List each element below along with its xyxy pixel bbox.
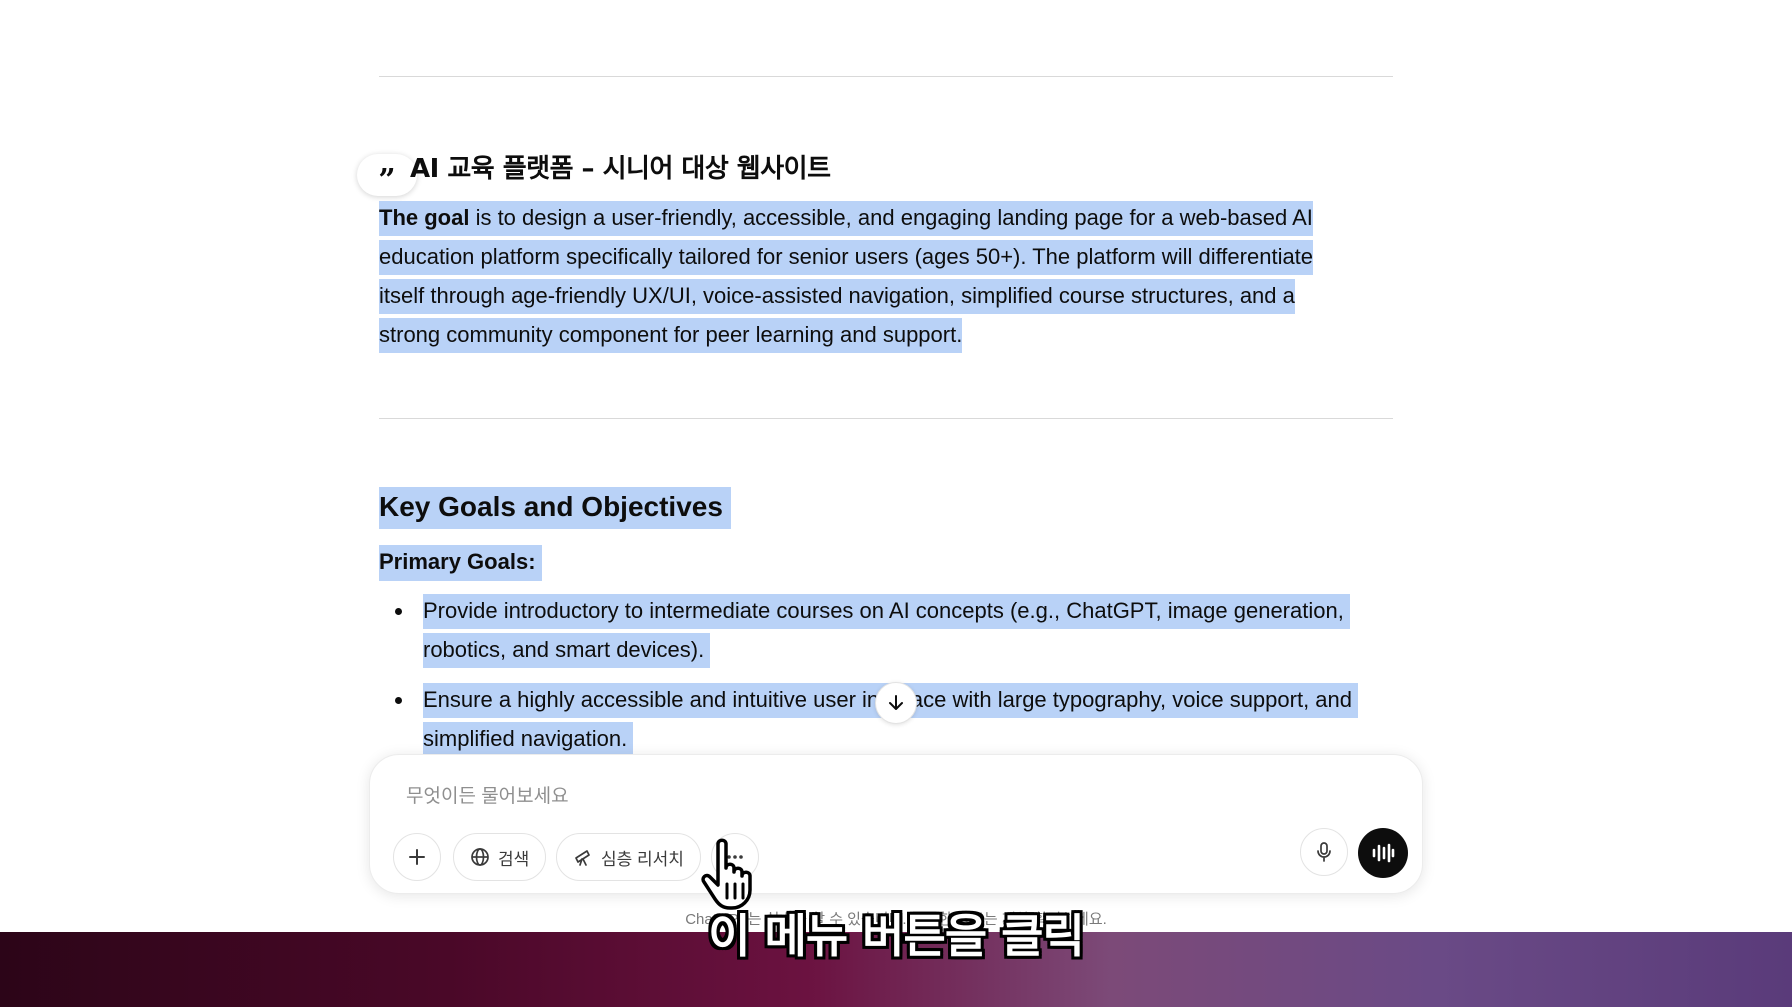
deep-research-button[interactable]: 심층 리서치	[556, 833, 701, 881]
globe-icon	[471, 848, 489, 866]
subtitle-heading: AI 교육 플랫폼 – 시니어 대상 웹사이트	[410, 154, 831, 184]
arrow-down-icon	[889, 695, 903, 710]
bullet-dot	[395, 608, 402, 615]
search-button[interactable]: 검색	[453, 833, 547, 881]
bullet-dot	[395, 697, 402, 704]
telescope-icon	[575, 850, 590, 866]
voice-mode-icon	[1372, 843, 1395, 863]
search-label: 검색	[498, 849, 530, 869]
quote-icon: ”	[378, 163, 396, 198]
add-button[interactable]	[393, 833, 441, 881]
previous-content-cutoff	[379, 0, 939, 4]
message-composer: 무엇이든 물어보세요 검색 심층 리서치	[369, 754, 1423, 894]
scroll-to-bottom-button[interactable]	[875, 682, 917, 724]
primary-goals-label: Primary Goals:	[379, 545, 542, 581]
goal-paragraph: The goal is to design a user-friendly, a…	[379, 198, 1359, 354]
voice-mode-button[interactable]	[1358, 828, 1408, 878]
mic-icon	[1317, 842, 1331, 862]
goals-list: Provide introductory to intermediate cou…	[379, 591, 1393, 769]
deep-research-label: 심층 리서치	[601, 849, 684, 869]
goal-lead: The goal	[379, 205, 470, 230]
prompt-input[interactable]: 무엇이든 물어보세요	[406, 781, 569, 808]
quote-button[interactable]: ”	[357, 154, 417, 196]
goal-text: is to design a user-friendly, accessible…	[379, 205, 1314, 347]
divider	[379, 418, 1393, 419]
section-heading: Key Goals and Objectives	[379, 487, 731, 529]
divider	[379, 76, 1393, 77]
video-caption: 이 메뉴 버튼을 클릭	[708, 909, 1085, 963]
hand-cursor-icon	[701, 838, 752, 910]
plus-icon	[409, 849, 425, 865]
list-item: Provide introductory to intermediate cou…	[379, 591, 1393, 669]
dictate-button[interactable]	[1300, 828, 1348, 876]
